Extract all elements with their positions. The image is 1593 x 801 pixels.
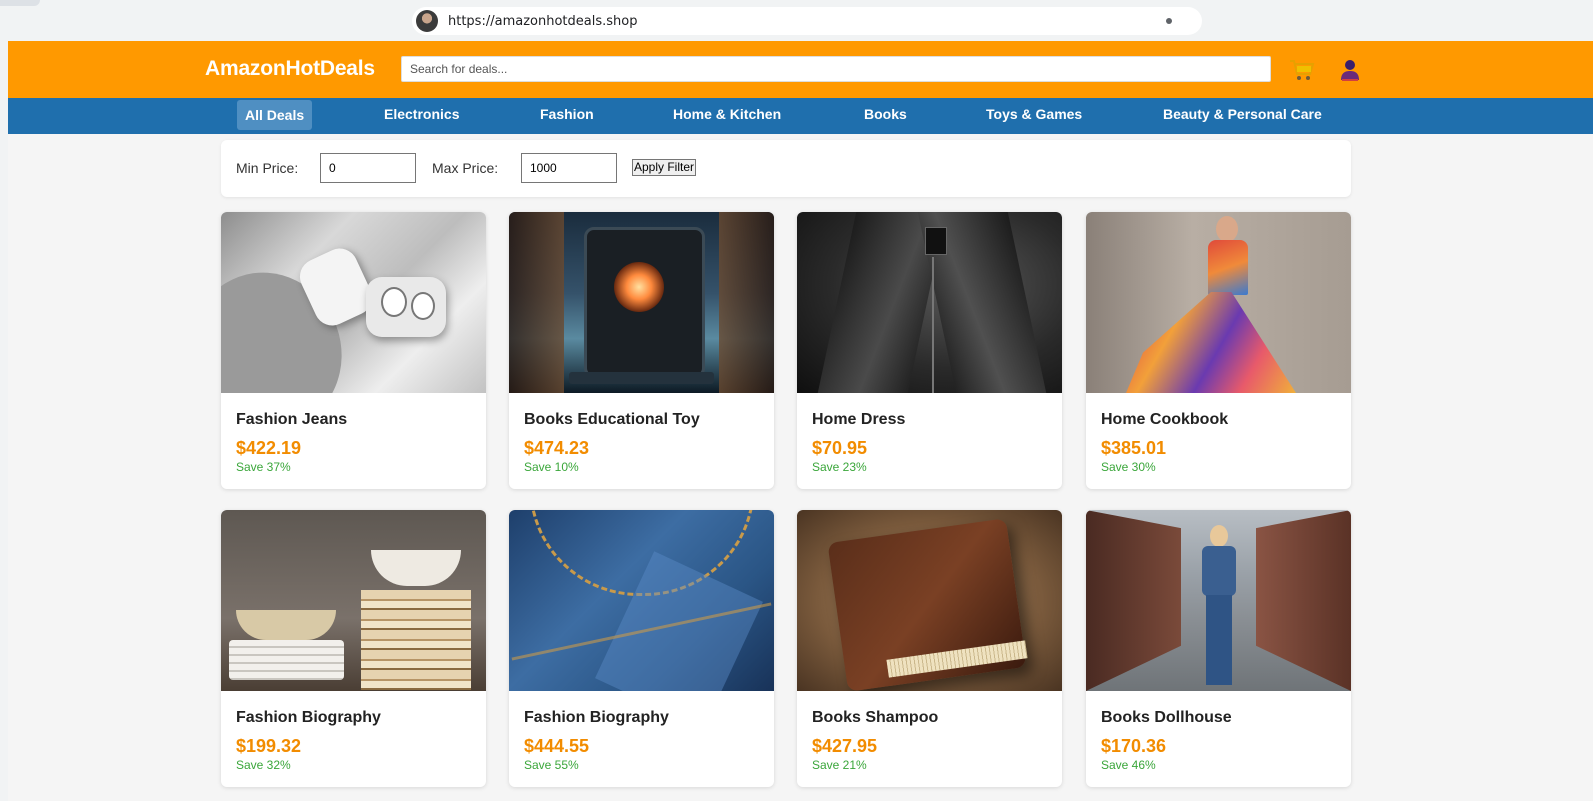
product-image[interactable] <box>1086 212 1351 393</box>
search-input[interactable] <box>401 56 1271 82</box>
product-title[interactable]: Books Educational Toy <box>524 411 700 429</box>
product-discount: Save 55% <box>524 758 579 772</box>
product-title[interactable]: Home Cookbook <box>1101 411 1228 429</box>
browser-tab-corner <box>0 0 40 6</box>
product-image[interactable] <box>797 510 1062 691</box>
max-price-input[interactable] <box>521 153 617 183</box>
product-title[interactable]: Fashion Biography <box>236 709 381 727</box>
product-title[interactable]: Books Dollhouse <box>1101 709 1232 727</box>
site-header: AmazonHotDeals <box>8 41 1593 98</box>
category-nav: All Deals Electronics Fashion Home & Kit… <box>8 98 1593 134</box>
product-price: $444.55 <box>524 736 590 756</box>
nav-item-books[interactable]: Books <box>864 98 907 134</box>
apply-filter-button[interactable]: Apply Filter <box>632 159 697 176</box>
product-discount: Save 32% <box>236 758 291 772</box>
product-image[interactable] <box>221 212 486 393</box>
product-card[interactable]: Home Cookbook $385.01 Save 30% <box>1086 212 1351 489</box>
product-title[interactable]: Books Shampoo <box>812 709 938 727</box>
user-icon[interactable] <box>1339 58 1361 82</box>
nav-item-home-kitchen[interactable]: Home & Kitchen <box>673 98 781 134</box>
min-price-input[interactable] <box>320 153 416 183</box>
product-price: $199.32 <box>236 736 302 756</box>
nav-item-fashion[interactable]: Fashion <box>540 98 594 134</box>
status-dot-icon <box>1166 18 1172 24</box>
product-card[interactable]: Fashion Biography $444.55 Save 55% <box>509 510 774 787</box>
product-card[interactable]: Books Educational Toy $474.23 Save 10% <box>509 212 774 489</box>
product-card[interactable]: Books Shampoo $427.95 Save 21% <box>797 510 1062 787</box>
min-price-label: Min Price: <box>236 160 299 176</box>
product-image[interactable] <box>509 212 774 393</box>
product-card[interactable]: Books Dollhouse $170.36 Save 46% <box>1086 510 1351 787</box>
product-card[interactable]: Fashion Jeans $422.19 Save 37% <box>221 212 486 489</box>
url-text[interactable]: https://amazonhotdeals.shop <box>448 14 637 29</box>
product-title[interactable]: Home Dress <box>812 411 905 429</box>
product-image[interactable] <box>797 212 1062 393</box>
nav-item-all-deals[interactable]: All Deals <box>237 100 313 130</box>
product-card[interactable]: Fashion Biography $199.32 Save 32% <box>221 510 486 787</box>
shopping-cart-icon[interactable] <box>1289 58 1315 82</box>
product-price: $474.23 <box>524 438 590 458</box>
product-price: $385.01 <box>1101 438 1167 458</box>
page: AmazonHotDeals All Deals Electronics Fas… <box>8 41 1593 801</box>
address-bar[interactable]: https://amazonhotdeals.shop <box>412 7 1202 35</box>
product-discount: Save 23% <box>812 460 867 474</box>
nav-item-electronics[interactable]: Electronics <box>384 98 459 134</box>
nav-item-toys-games[interactable]: Toys & Games <box>986 98 1082 134</box>
max-price-label: Max Price: <box>432 160 499 176</box>
product-image[interactable] <box>509 510 774 691</box>
price-filter: Min Price: Max Price: Apply Filter <box>221 140 1351 197</box>
product-title[interactable]: Fashion Biography <box>524 709 669 727</box>
product-discount: Save 30% <box>1101 460 1156 474</box>
product-discount: Save 46% <box>1101 758 1156 772</box>
nav-item-beauty-personal-care[interactable]: Beauty & Personal Care <box>1163 98 1322 134</box>
product-discount: Save 37% <box>236 460 291 474</box>
product-card[interactable]: Home Dress $70.95 Save 23% <box>797 212 1062 489</box>
product-image[interactable] <box>1086 510 1351 691</box>
product-price: $422.19 <box>236 438 302 458</box>
site-favicon-icon <box>416 10 438 32</box>
site-logo[interactable]: AmazonHotDeals <box>205 57 375 81</box>
product-discount: Save 21% <box>812 758 867 772</box>
product-title[interactable]: Fashion Jeans <box>236 411 347 429</box>
product-price: $427.95 <box>812 736 878 756</box>
product-price: $170.36 <box>1101 736 1167 756</box>
product-price: $70.95 <box>812 438 868 458</box>
product-discount: Save 10% <box>524 460 579 474</box>
product-image[interactable] <box>221 510 486 691</box>
